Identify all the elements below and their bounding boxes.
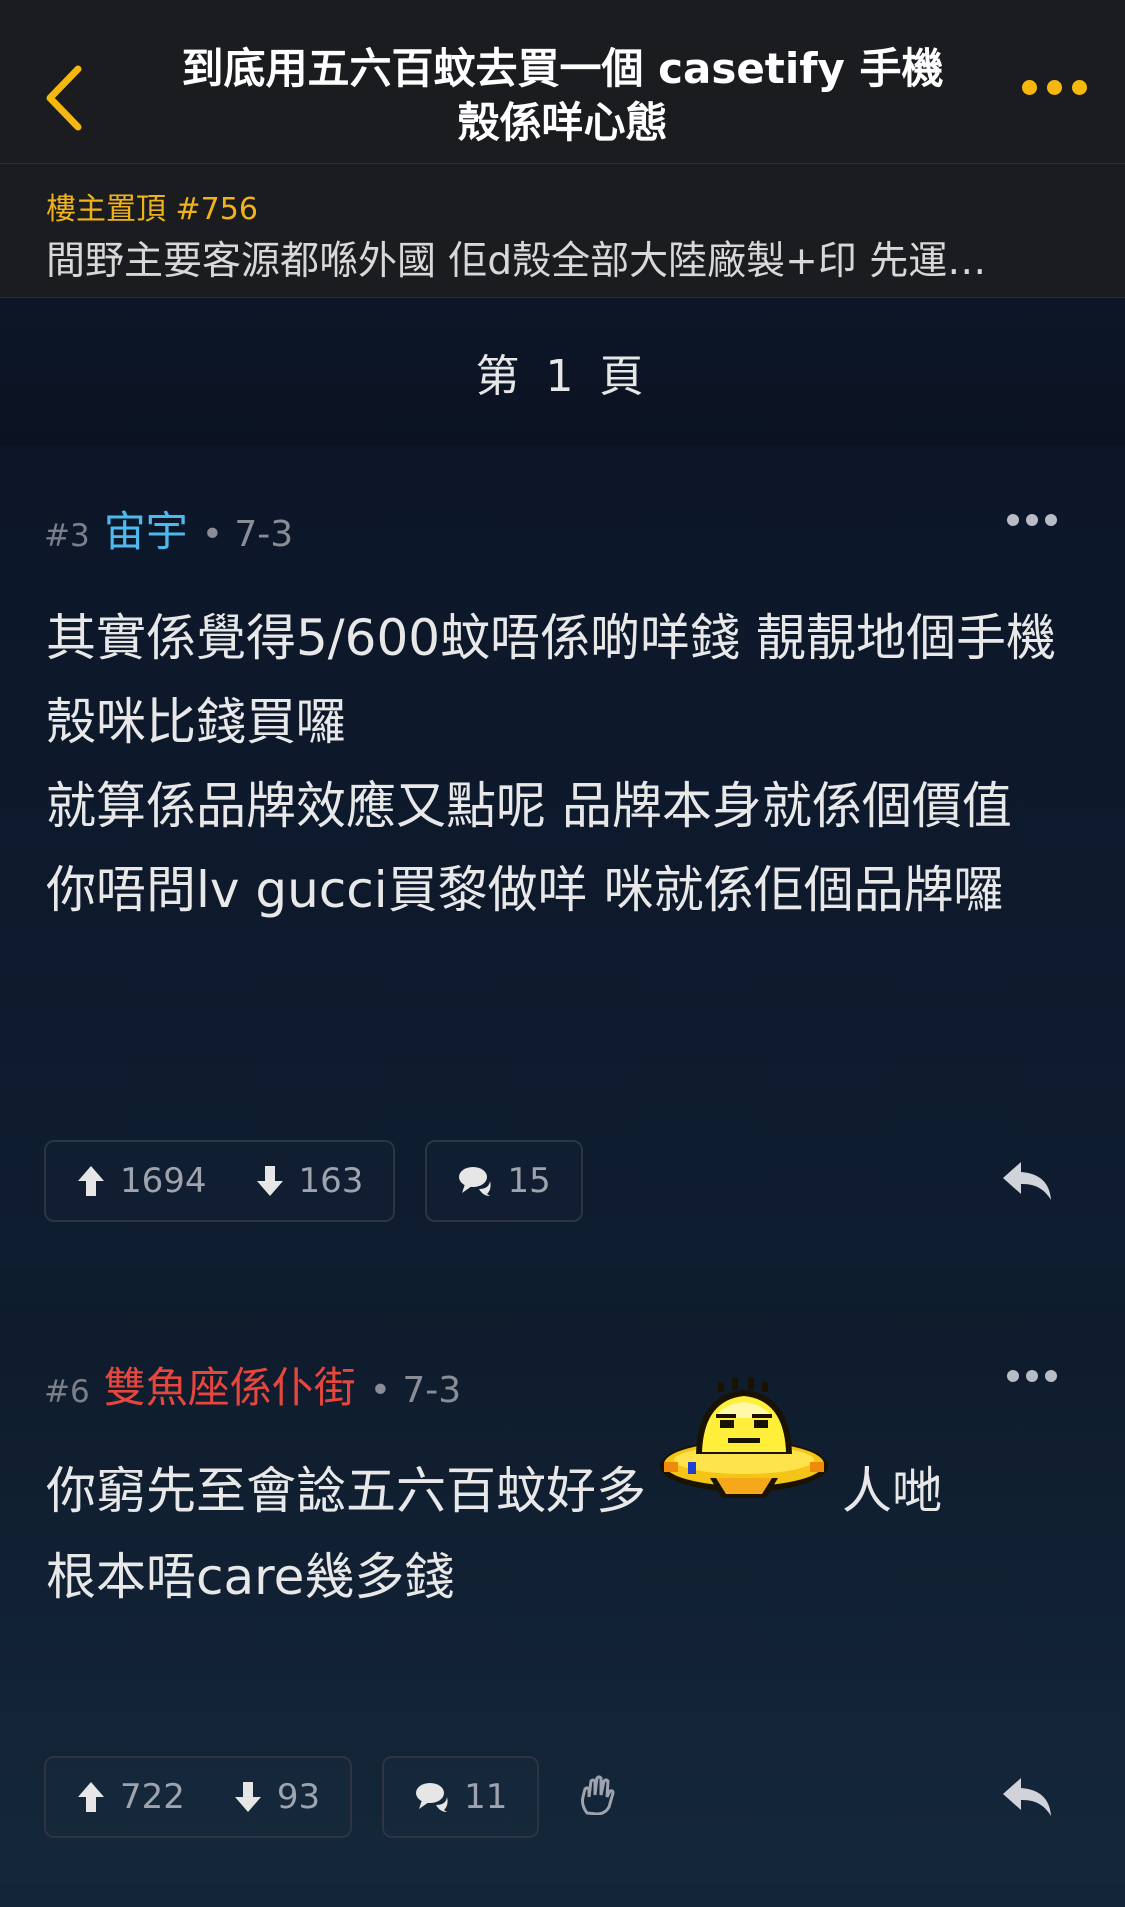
username-link[interactable]: 雙魚座係仆街 <box>104 1354 356 1415</box>
reply-button[interactable] <box>999 1774 1055 1824</box>
vote-group: 1694 163 <box>44 1140 396 1222</box>
post-line: 你唔問lv gucci買黎做咩 咪就係佢個品牌囉 <box>46 861 1004 919</box>
vote-group: 722 93 <box>44 1756 353 1838</box>
post-action-bar: 1694 163 15 <box>44 1140 583 1222</box>
upvote-count: 1694 <box>120 1161 207 1201</box>
post-text-segment: 你窮先至會諗五六百蚊好多 <box>46 1462 646 1520</box>
post-line: 其實係覺得5/600蚊唔係啲咩錢 靚靚地個手機殼咪比錢買囉 <box>46 609 1056 751</box>
post-more-button[interactable] <box>1007 1370 1057 1382</box>
post-date: • 7-3 <box>369 1370 462 1411</box>
more-options-button[interactable] <box>1022 80 1087 95</box>
post-number: #6 <box>44 1374 90 1410</box>
thread-title: 到底用五六百蚊去買一個 casetify 手機 殼係咩心態 <box>150 42 975 150</box>
post-header: #3 宙宇 • 7-3 <box>44 498 293 559</box>
chevron-left-icon <box>46 65 82 131</box>
post-header: #6 雙魚座係仆街 • 7-3 <box>44 1354 461 1415</box>
post-text-segment: 人哋 <box>842 1462 942 1520</box>
more-dots-icon <box>1007 1370 1019 1382</box>
pinned-post-banner[interactable]: 樓主置頂 #756 間野主要客源都喺外國 佢d殼全部大陸廠製+印 先運… <box>0 164 1125 298</box>
comment-count: 15 <box>507 1161 551 1201</box>
post-separator <box>0 1268 1125 1302</box>
post-separator <box>0 1886 1125 1907</box>
post-line: 你窮先至會諗五六百蚊好多 人哋 <box>46 1378 1076 1534</box>
comments-button[interactable]: 15 <box>425 1140 583 1222</box>
comment-bubble-icon <box>416 1783 448 1812</box>
post-number: #3 <box>44 518 90 554</box>
post-content: 你窮先至會諗五六百蚊好多 人哋 根本唔care幾多錢 <box>46 1378 1076 1620</box>
arrow-up-icon[interactable] <box>76 1164 106 1198</box>
arrow-down-icon[interactable] <box>255 1164 285 1198</box>
username-link[interactable]: 宙宇 <box>104 498 188 559</box>
reply-post: #3 宙宇 • 7-3 其實係覺得5/600蚊唔係啲咩錢 靚靚地個手機殼咪比錢買… <box>0 446 1125 1268</box>
yellow-ufo-emoji <box>654 1378 834 1534</box>
comment-bubble-icon <box>459 1167 492 1196</box>
post-line: 就算係品牌效應又點呢 品牌本身就係個價值 <box>46 777 1012 835</box>
reply-button[interactable] <box>999 1158 1055 1208</box>
pinned-label: 樓主置頂 #756 <box>46 192 258 227</box>
reply-post: #6 雙魚座係仆街 • 7-3 你窮先至會諗五六百蚊好多 人哋 根本唔care幾… <box>0 1302 1125 1886</box>
arrow-down-icon[interactable] <box>233 1780 263 1814</box>
post-line: 根本唔care幾多錢 <box>46 1548 455 1606</box>
page-number-label: 第 1 頁 <box>475 351 650 402</box>
post-date: • 7-3 <box>201 514 294 555</box>
top-navigation-bar: 到底用五六百蚊去買一個 casetify 手機 殼係咩心態 <box>0 0 1125 164</box>
pinned-preview-text: 間野主要客源都喺外國 佢d殼全部大陸廠製+印 先運… <box>46 239 987 284</box>
thread-title-line1: 到底用五六百蚊去買一個 casetify 手機 <box>181 44 944 93</box>
page-indicator: 第 1 頁 <box>0 298 1125 446</box>
thread-title-line2: 殼係咩心態 <box>457 98 668 147</box>
upvote-count: 722 <box>120 1777 185 1817</box>
downvote-count: 93 <box>276 1777 321 1817</box>
post-action-bar: 722 93 11 <box>44 1756 615 1838</box>
reply-arrow-icon <box>1003 1162 1051 1200</box>
raised-hand-icon[interactable] <box>579 1775 615 1819</box>
more-dots-icon <box>1022 80 1037 95</box>
downvote-count: 163 <box>298 1161 364 1201</box>
arrow-up-icon[interactable] <box>76 1780 106 1814</box>
reply-arrow-icon <box>1003 1778 1051 1816</box>
comment-count: 11 <box>464 1777 508 1817</box>
post-more-button[interactable] <box>1007 514 1057 526</box>
back-button[interactable] <box>34 58 94 138</box>
post-content: 其實係覺得5/600蚊唔係啲咩錢 靚靚地個手機殼咪比錢買囉 就算係品牌效應又點呢… <box>46 596 1076 932</box>
comments-button[interactable]: 11 <box>382 1756 540 1838</box>
more-dots-icon <box>1007 514 1019 526</box>
